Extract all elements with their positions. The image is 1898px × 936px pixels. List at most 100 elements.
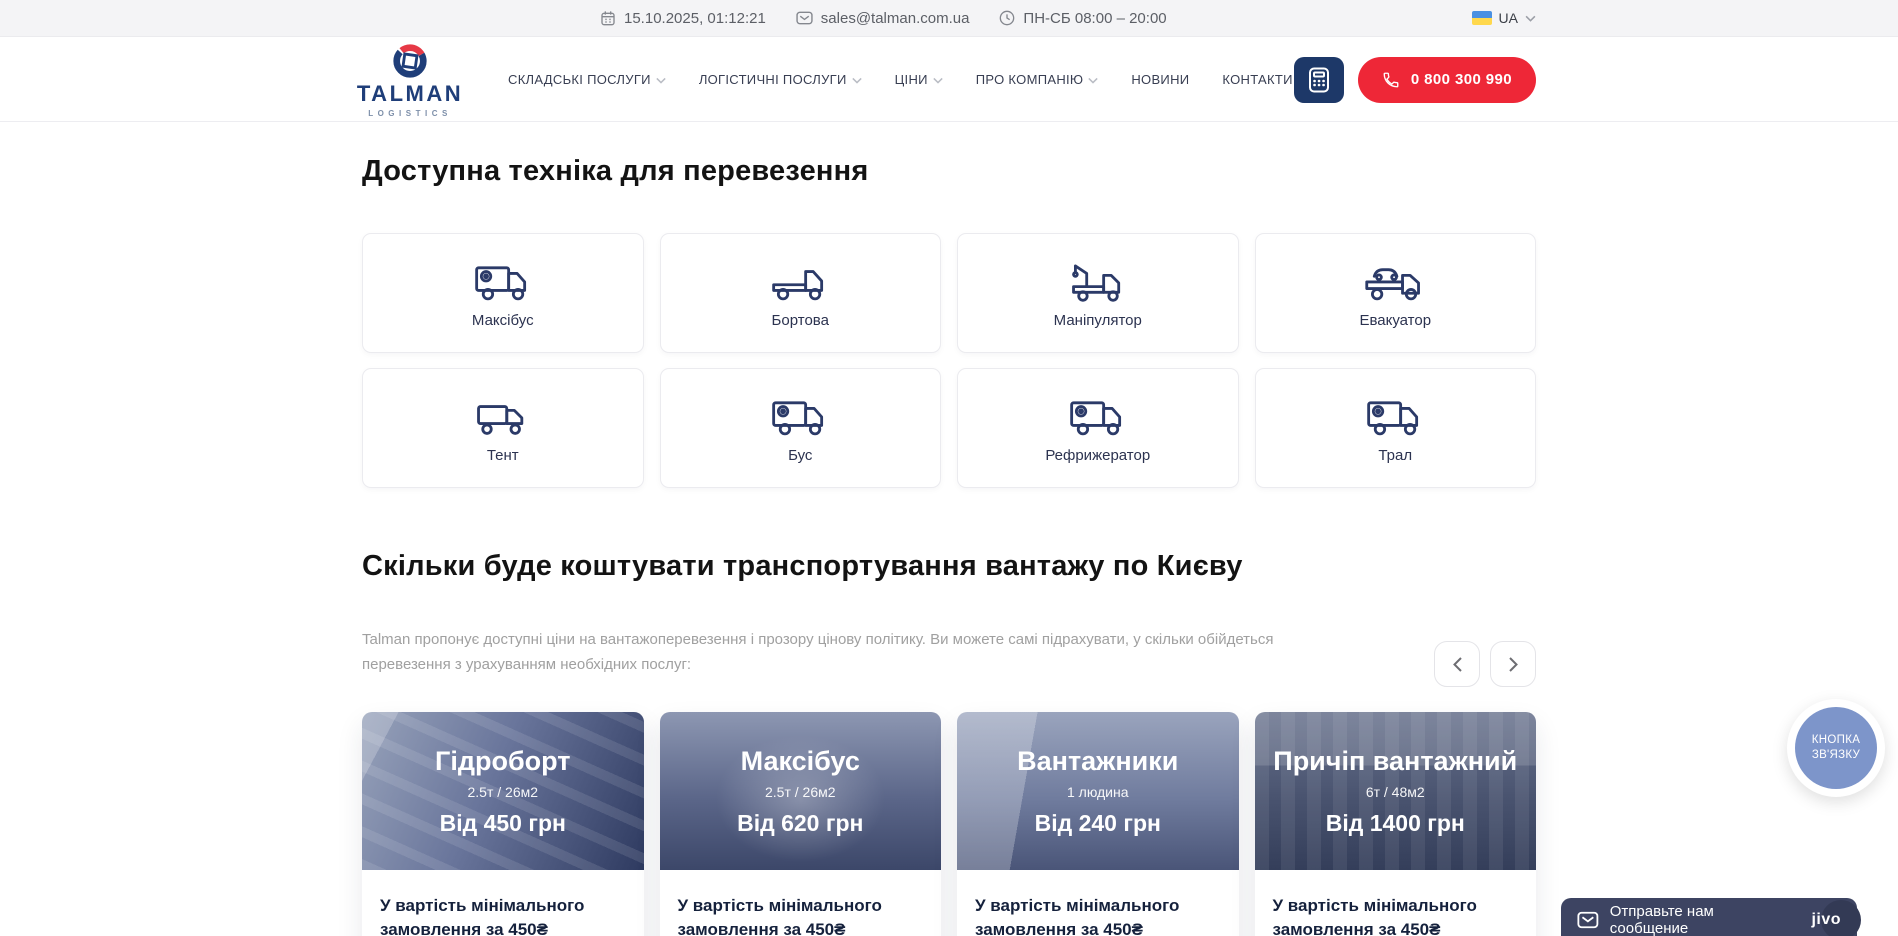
nav-item-contacts[interactable]: КОНТАКТИ — [1222, 72, 1292, 87]
nav-item-warehouse-services[interactable]: СКЛАДСЬКІ ПОСЛУГИ — [508, 72, 666, 87]
price-card-price: Від 450 грн — [440, 810, 566, 837]
nav-item-news[interactable]: НОВИНИ — [1131, 72, 1189, 87]
vehicle-card-label: Маніпулятор — [1054, 312, 1142, 329]
carousel-next-button[interactable] — [1490, 641, 1536, 687]
price-card-image: Максібус 2.5т / 26м2 Від 620 грн — [660, 712, 942, 870]
box-truck-icon — [471, 258, 535, 304]
vehicle-card-tent[interactable]: Тент — [362, 368, 644, 488]
carousel-prev-button[interactable] — [1434, 641, 1480, 687]
chat-message: Отправьте нам сообщение — [1610, 903, 1795, 936]
price-cards: Гідроборт 2.5т / 26м2 Від 450 грн У варт… — [362, 712, 1536, 936]
price-card-price: Від 240 грн — [1035, 810, 1161, 837]
vehicle-card-label: Тент — [487, 447, 519, 464]
price-card-title: Вантажники — [1017, 746, 1178, 777]
vehicle-card-label: Евакуатор — [1359, 312, 1431, 329]
main-content: Доступна техніка для перевезення Максібу… — [362, 122, 1536, 936]
calculator-icon — [1308, 67, 1330, 93]
price-card-loaders: Вантажники 1 людина Від 240 грн У вартіс… — [957, 712, 1239, 936]
callback-label: КНОПКА ЗВ'ЯЗКУ — [1805, 733, 1867, 763]
jivo-brand: jivo — [1811, 911, 1841, 929]
vehicles-grid: Максібус Бортова Маніпулятор Евакуатор Т… — [362, 233, 1536, 488]
phone-button[interactable]: 0 800 300 990 — [1358, 57, 1536, 103]
envelope-icon — [796, 11, 813, 25]
vehicles-section-title: Доступна техніка для перевезення — [362, 155, 1536, 188]
pricing-section-title: Скільки буде коштувати транспортування в… — [362, 550, 1536, 583]
nav-item-prices[interactable]: ЦІНИ — [895, 72, 943, 87]
vehicle-card-label: Бортова — [772, 312, 829, 329]
price-card-title: Максібус — [741, 746, 860, 777]
price-card-note: У вартість мінімального замовлення за 45… — [1273, 894, 1519, 936]
nav-item-logistics-services[interactable]: ЛОГІСТИЧНІ ПОСЛУГИ — [699, 72, 862, 87]
flatbed-truck-icon — [768, 258, 832, 304]
logo-title: TALMAN — [357, 81, 463, 107]
price-card-price: Від 1400 грн — [1326, 810, 1465, 837]
chevron-down-icon — [656, 77, 666, 84]
calculator-button[interactable] — [1294, 57, 1344, 103]
ukraine-flag-icon — [1472, 11, 1492, 25]
price-card-image: Причіп вантажний 6т / 48м2 Від 1400 грн — [1255, 712, 1537, 870]
clock-icon — [999, 10, 1015, 26]
box-truck-icon — [1363, 393, 1427, 439]
price-card-hydroboard: Гідроборт 2.5т / 26м2 Від 450 грн У варт… — [362, 712, 644, 936]
price-card-title: Гідроборт — [435, 746, 570, 777]
vehicle-card-label: Максібус — [472, 312, 534, 329]
price-card-spec: 2.5т / 26м2 — [765, 784, 836, 800]
site-header: TALMAN LOGISTICS СКЛАДСЬКІ ПОСЛУГИ ЛОГІС… — [0, 38, 1898, 122]
price-card-image: Гідроборт 2.5т / 26м2 Від 450 грн — [362, 712, 644, 870]
vehicle-card-tow-truck[interactable]: Евакуатор — [1255, 233, 1537, 353]
callback-button[interactable]: КНОПКА ЗВ'ЯЗКУ — [1787, 699, 1885, 797]
box-truck-icon — [1066, 393, 1130, 439]
carousel-controls — [1434, 641, 1536, 687]
language-selector[interactable]: UA — [1472, 0, 1536, 36]
price-card-image: Вантажники 1 людина Від 240 грн — [957, 712, 1239, 870]
price-card-note: У вартість мінімального замовлення за 45… — [975, 894, 1221, 936]
chevron-left-icon — [1453, 657, 1462, 672]
nav-label: КОНТАКТИ — [1222, 72, 1292, 87]
vehicle-card-label: Бус — [788, 447, 812, 464]
price-card-note: У вартість мінімального замовлення за 45… — [678, 894, 924, 936]
nav-item-about-company[interactable]: ПРО КОМПАНІЮ — [976, 72, 1099, 87]
vehicle-card-trailer[interactable]: Трал — [1255, 368, 1537, 488]
price-card-maxibus: Максібус 2.5т / 26м2 Від 620 грн У варті… — [660, 712, 942, 936]
crane-truck-icon — [1066, 258, 1130, 304]
pricing-description: Talman пропонує доступні ціни на вантажо… — [362, 627, 1282, 677]
vehicle-card-label: Рефрижератор — [1045, 447, 1150, 464]
main-nav: СКЛАДСЬКІ ПОСЛУГИ ЛОГІСТИЧНІ ПОСЛУГИ ЦІН… — [508, 72, 1293, 87]
jivo-chat-widget[interactable]: Отправьте нам сообщение jivo — [1561, 898, 1857, 936]
calendar-icon — [600, 10, 616, 26]
tow-truck-icon — [1363, 258, 1427, 304]
chevron-down-icon — [1525, 15, 1536, 22]
topbar-info-group: 15.10.2025, 01:12:21 sales@talman.com.ua… — [600, 0, 1167, 36]
topbar: 15.10.2025, 01:12:21 sales@talman.com.ua… — [0, 0, 1898, 37]
price-card-price: Від 620 грн — [737, 810, 863, 837]
tent-truck-icon — [471, 393, 535, 439]
working-hours-text: ПН-СБ 08:00 – 20:00 — [1023, 10, 1166, 27]
price-card-note: У вартість мінімального замовлення за 45… — [380, 894, 626, 936]
logo-subtitle: LOGISTICS — [368, 109, 452, 118]
vehicle-card-maxibus[interactable]: Максібус — [362, 233, 644, 353]
language-code: UA — [1499, 10, 1518, 26]
chevron-down-icon — [852, 77, 862, 84]
email-item[interactable]: sales@talman.com.ua — [796, 10, 970, 27]
price-card-spec: 6т / 48м2 — [1366, 784, 1425, 800]
nav-label: ЛОГІСТИЧНІ ПОСЛУГИ — [699, 72, 847, 87]
phone-icon — [1382, 71, 1400, 89]
vehicle-card-crane[interactable]: Маніпулятор — [957, 233, 1239, 353]
working-hours-item: ПН-СБ 08:00 – 20:00 — [999, 10, 1166, 27]
email-text[interactable]: sales@talman.com.ua — [821, 10, 970, 27]
vehicle-card-bus[interactable]: Бус — [660, 368, 942, 488]
nav-label: ЦІНИ — [895, 72, 928, 87]
chevron-down-icon — [933, 77, 943, 84]
vehicle-card-flatbed[interactable]: Бортова — [660, 233, 942, 353]
nav-label: НОВИНИ — [1131, 72, 1189, 87]
price-card-spec: 2.5т / 26м2 — [467, 784, 538, 800]
chevron-down-icon — [1088, 77, 1098, 84]
vehicle-card-refrigerator[interactable]: Рефрижератор — [957, 368, 1239, 488]
phone-number: 0 800 300 990 — [1411, 71, 1512, 88]
vehicle-card-label: Трал — [1378, 447, 1412, 464]
box-truck-icon — [768, 393, 832, 439]
nav-label: СКЛАДСЬКІ ПОСЛУГИ — [508, 72, 651, 87]
price-card-title: Причіп вантажний — [1273, 746, 1517, 777]
nav-label: ПРО КОМПАНІЮ — [976, 72, 1084, 87]
logo[interactable]: TALMAN LOGISTICS — [346, 42, 474, 118]
